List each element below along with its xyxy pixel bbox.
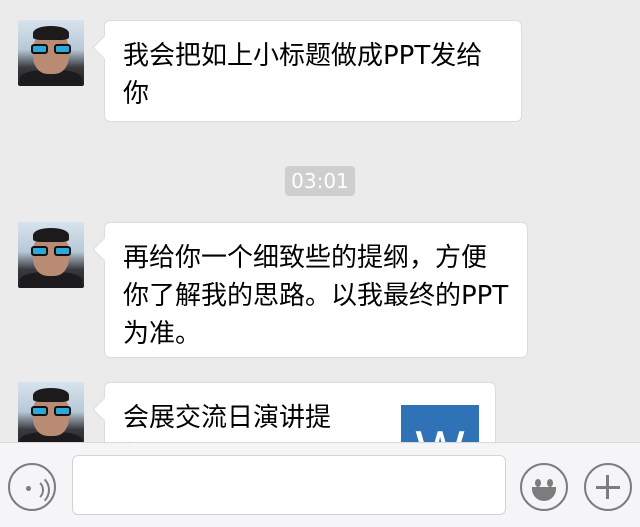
avatar-hair	[33, 228, 69, 242]
message-text: 我会把如上小标题做成PPT发给你	[123, 41, 483, 109]
input-bar	[0, 442, 640, 527]
plus-icon	[606, 475, 609, 499]
avatar-hair	[33, 388, 69, 402]
sunglasses-graphic	[31, 44, 71, 54]
chat-area[interactable]: 我会把如上小标题做成PPT发给你 03:01 再给你一个细致些的提纲，方便你了解…	[0, 0, 640, 442]
sunglasses-graphic	[31, 406, 71, 416]
emoji-button[interactable]	[520, 463, 568, 511]
file-message-card[interactable]: 会展交流日演讲提纲.doc W	[104, 382, 496, 442]
emoji-icon	[547, 479, 553, 487]
voice-wave-icon	[18, 474, 50, 506]
message-bubble[interactable]: 再给你一个细致些的提纲，方便你了解我的思路。以我最终的PPT为准。	[104, 222, 528, 358]
emoji-icon	[535, 479, 541, 487]
avatar[interactable]	[18, 382, 84, 442]
sunglasses-graphic	[31, 246, 71, 256]
emoji-icon	[532, 487, 556, 501]
word-document-icon: W	[401, 405, 479, 442]
avatar[interactable]	[18, 20, 84, 86]
message-bubble[interactable]: 我会把如上小标题做成PPT发给你	[104, 20, 522, 122]
avatar[interactable]	[18, 222, 84, 288]
timestamp: 03:01	[285, 166, 355, 196]
message-input[interactable]	[72, 455, 506, 515]
avatar-hair	[33, 26, 69, 40]
voice-input-button[interactable]	[8, 463, 56, 511]
message-text: 再给你一个细致些的提纲，方便你了解我的思路。以我最终的PPT为准。	[123, 243, 509, 349]
file-name: 会展交流日演讲提纲.doc	[123, 403, 332, 442]
add-button[interactable]	[584, 463, 632, 511]
